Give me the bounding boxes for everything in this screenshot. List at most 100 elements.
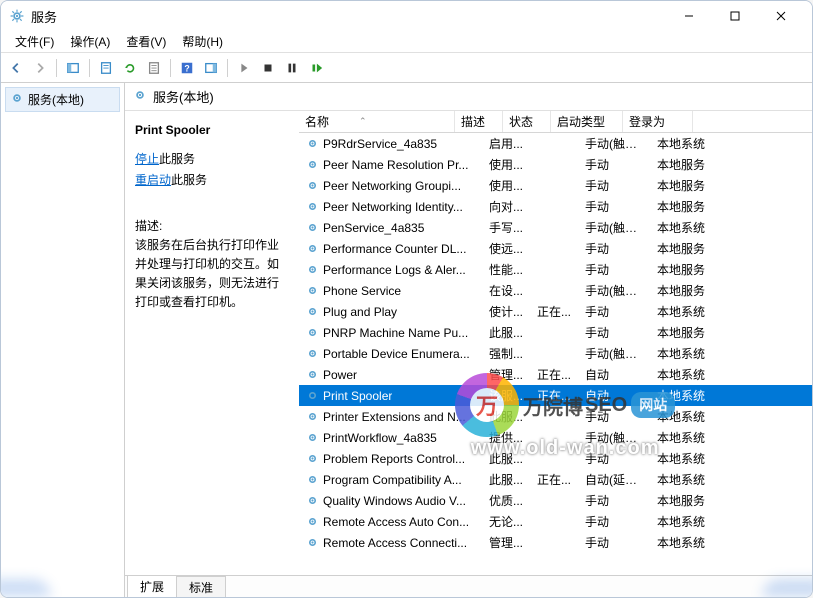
export-list-button[interactable] xyxy=(95,57,117,79)
service-icon xyxy=(305,494,319,508)
service-row[interactable]: PNRP Machine Name Pu...此服...手动本地服务 xyxy=(299,322,812,343)
gear-icon xyxy=(133,88,147,105)
service-desc: 管理... xyxy=(483,534,531,551)
service-icon xyxy=(305,137,319,151)
service-row[interactable]: Performance Logs & Aler...性能...手动本地服务 xyxy=(299,259,812,280)
tab-standard[interactable]: 标准 xyxy=(176,576,226,597)
service-row[interactable]: Phone Service在设...手动(触发...本地服务 xyxy=(299,280,812,301)
service-icon xyxy=(305,452,319,466)
show-hide-pane-button[interactable] xyxy=(62,57,84,79)
service-startup: 手动 xyxy=(579,534,651,551)
service-logon: 本地服务 xyxy=(651,492,721,509)
restart-service-link[interactable]: 重启动 xyxy=(135,173,171,187)
properties-button[interactable] xyxy=(143,57,165,79)
service-name: Plug and Play xyxy=(323,305,397,319)
back-button[interactable] xyxy=(5,57,27,79)
service-startup: 手动 xyxy=(579,177,651,194)
service-row[interactable]: Quality Windows Audio V...优质...手动本地服务 xyxy=(299,490,812,511)
pause-service-button[interactable] xyxy=(281,57,303,79)
service-row[interactable]: P9RdrService_4a835启用...手动(触发...本地系统 xyxy=(299,133,812,154)
show-hide-action-pane-button[interactable] xyxy=(200,57,222,79)
restart-service-button[interactable] xyxy=(305,57,327,79)
menu-action[interactable]: 操作(A) xyxy=(62,31,118,52)
service-desc: 性能... xyxy=(483,261,531,278)
panel-heading: 服务(本地) xyxy=(153,87,214,106)
service-name: Printer Extensions and N... xyxy=(323,410,466,424)
service-logon: 本地系统 xyxy=(651,408,721,425)
service-row[interactable]: Remote Access Auto Con...无论...手动本地系统 xyxy=(299,511,812,532)
service-startup: 手动 xyxy=(579,408,651,425)
service-row[interactable]: Remote Access Connecti...管理...手动本地系统 xyxy=(299,532,812,553)
service-startup: 自动(延迟... xyxy=(579,471,651,488)
list-header: 名称 描述 状态 启动类型 登录为 xyxy=(299,111,812,133)
description-text: 该服务在后台执行打印作业并处理与打印机的交互。如果关闭该服务，则无法进行打印或查… xyxy=(135,236,289,313)
tree-node-services-local[interactable]: 服务(本地) xyxy=(5,87,120,112)
stop-service-link[interactable]: 停止 xyxy=(135,152,159,166)
svg-text:?: ? xyxy=(184,63,189,73)
help-button[interactable]: ? xyxy=(176,57,198,79)
close-button[interactable] xyxy=(758,1,804,31)
service-row[interactable]: Peer Name Resolution Pr...使用...手动本地服务 xyxy=(299,154,812,175)
service-startup: 手动(触发... xyxy=(579,345,651,362)
service-desc: 强制... xyxy=(483,345,531,362)
menu-file[interactable]: 文件(F) xyxy=(7,31,62,52)
service-icon xyxy=(305,179,319,193)
service-desc: 使远... xyxy=(483,240,531,257)
selected-service-name: Print Spooler xyxy=(135,121,289,140)
service-desc: 启用... xyxy=(483,135,531,152)
service-logon: 本地服务 xyxy=(651,240,721,257)
start-service-button[interactable] xyxy=(233,57,255,79)
stop-service-button[interactable] xyxy=(257,57,279,79)
forward-button[interactable] xyxy=(29,57,51,79)
column-desc[interactable]: 描述 xyxy=(455,111,503,132)
service-desc: 在设... xyxy=(483,282,531,299)
service-desc: 此服... xyxy=(483,450,531,467)
tab-extended[interactable]: 扩展 xyxy=(127,575,177,597)
service-row[interactable]: PrintWorkflow_4a835提供...手动(触发...本地系统 xyxy=(299,427,812,448)
service-logon: 本地系统 xyxy=(651,450,721,467)
service-name: Quality Windows Audio V... xyxy=(323,494,466,508)
service-row[interactable]: Power管理...正在...自动本地系统 xyxy=(299,364,812,385)
service-status: 正在... xyxy=(531,366,579,383)
service-row[interactable]: Portable Device Enumera...强制...手动(触发...本… xyxy=(299,343,812,364)
service-name: P9RdrService_4a835 xyxy=(323,137,437,151)
service-row[interactable]: Peer Networking Identity...向对...手动本地服务 xyxy=(299,196,812,217)
service-logon: 本地服务 xyxy=(651,324,721,341)
service-row[interactable]: Print Spooler该服...正在...自动本地系统 xyxy=(299,385,812,406)
service-logon: 本地服务 xyxy=(651,177,721,194)
service-desc: 提供... xyxy=(483,429,531,446)
service-name: Remote Access Connecti... xyxy=(323,536,467,550)
service-row[interactable]: Peer Networking Groupi...使用...手动本地服务 xyxy=(299,175,812,196)
service-row[interactable]: Plug and Play使计...正在...手动本地系统 xyxy=(299,301,812,322)
service-row[interactable]: PenService_4a835手写...手动(触发...本地系统 xyxy=(299,217,812,238)
minimize-button[interactable] xyxy=(666,1,712,31)
service-startup: 手动 xyxy=(579,450,651,467)
service-row[interactable]: Printer Extensions and N...此服...手动本地系统 xyxy=(299,406,812,427)
service-name: PenService_4a835 xyxy=(323,221,424,235)
service-desc: 此服... xyxy=(483,324,531,341)
service-name: Performance Counter DL... xyxy=(323,242,466,256)
service-startup: 手动(触发... xyxy=(579,219,651,236)
menubar: 文件(F) 操作(A) 查看(V) 帮助(H) xyxy=(1,31,812,53)
service-status: 正在... xyxy=(531,471,579,488)
service-icon xyxy=(305,326,319,340)
column-name[interactable]: 名称 xyxy=(299,111,455,132)
menu-help[interactable]: 帮助(H) xyxy=(174,31,231,52)
service-row[interactable]: Program Compatibility A...此服...正在...自动(延… xyxy=(299,469,812,490)
column-status[interactable]: 状态 xyxy=(503,111,551,132)
service-desc: 使用... xyxy=(483,177,531,194)
refresh-button[interactable] xyxy=(119,57,141,79)
menu-view[interactable]: 查看(V) xyxy=(118,31,174,52)
maximize-button[interactable] xyxy=(712,1,758,31)
list-body[interactable]: P9RdrService_4a835启用...手动(触发...本地系统Peer … xyxy=(299,133,812,575)
service-desc: 手写... xyxy=(483,219,531,236)
service-name: Print Spooler xyxy=(323,389,392,403)
service-name: Performance Logs & Aler... xyxy=(323,263,466,277)
column-startup[interactable]: 启动类型 xyxy=(551,111,623,132)
service-row[interactable]: Problem Reports Control...此服...手动本地系统 xyxy=(299,448,812,469)
column-logon[interactable]: 登录为 xyxy=(623,111,693,132)
service-row[interactable]: Performance Counter DL...使远...手动本地服务 xyxy=(299,238,812,259)
service-logon: 本地系统 xyxy=(651,366,721,383)
service-startup: 手动 xyxy=(579,303,651,320)
service-icon xyxy=(305,158,319,172)
